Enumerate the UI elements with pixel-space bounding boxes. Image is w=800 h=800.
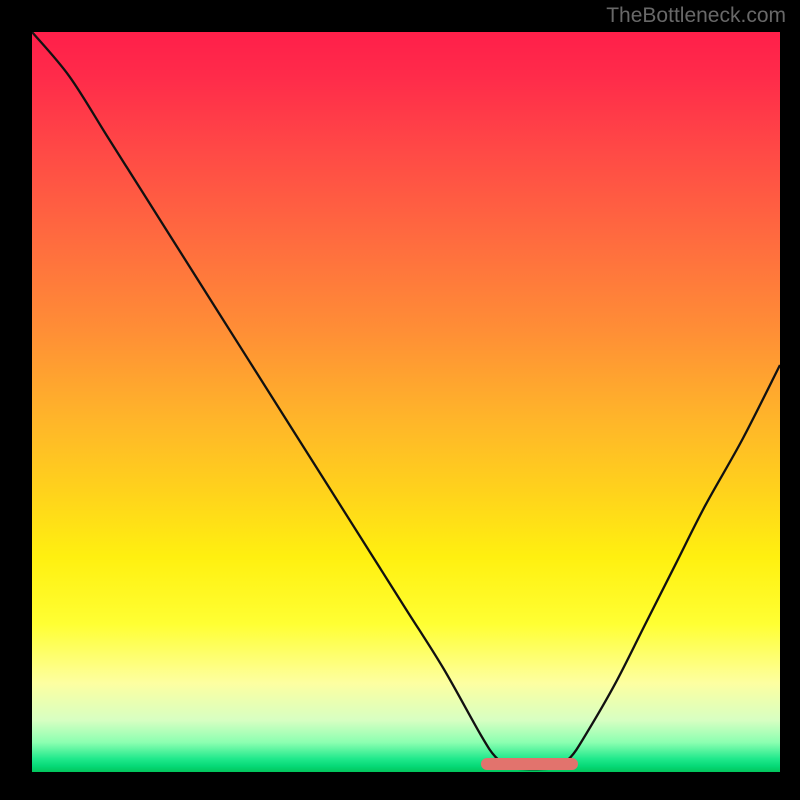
optimal-range-marker [481, 758, 578, 770]
bottleneck-curve [32, 32, 780, 772]
chart-frame [32, 32, 780, 772]
watermark-text: TheBottleneck.com [606, 4, 786, 28]
